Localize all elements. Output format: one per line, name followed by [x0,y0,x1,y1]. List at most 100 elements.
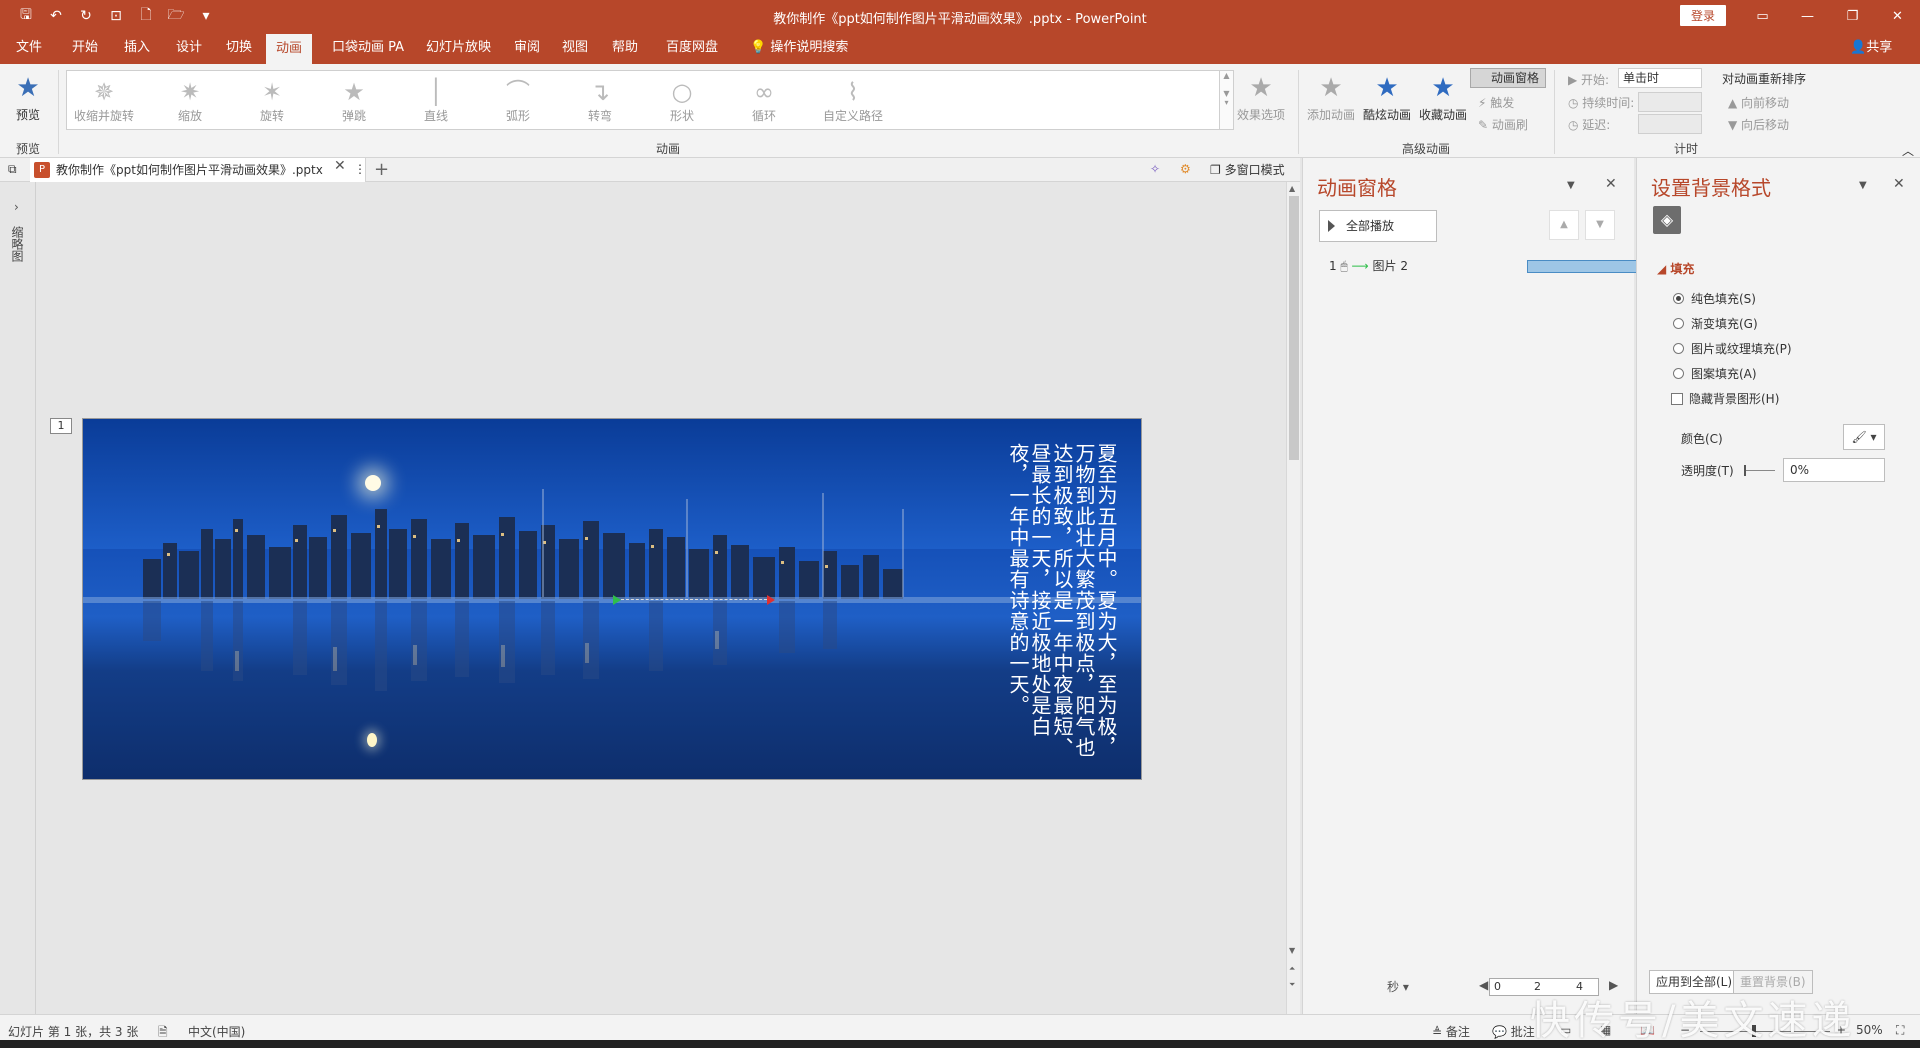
menu-animations[interactable]: 动画 [266,34,313,64]
next-slide-icon[interactable]: ⏷ [1289,980,1295,990]
color-picker-button[interactable]: 🖌 ▾ [1843,424,1885,450]
seconds-dropdown[interactable]: 秒 ▾ [1387,978,1409,995]
move-down-button[interactable]: ▼ [1585,210,1615,240]
scroll-up-icon[interactable]: ▲ [1289,184,1295,193]
document-tab[interactable]: P 教你制作《ppt如何制作图片平滑动画效果》.pptx [30,158,366,182]
customize-qat-icon[interactable]: ▾ [194,6,218,26]
pane-options-icon[interactable]: ▼ [1859,180,1867,191]
settings-gear-icon[interactable]: ⚙ [1180,162,1191,176]
tell-me-search[interactable]: 💡 操作说明搜索 [740,32,858,64]
menu-file[interactable]: 文件 [6,32,52,64]
comments-button[interactable]: 💬 批注 [1492,1023,1535,1040]
start-select[interactable]: 单击时 [1618,68,1702,88]
menu-baidu-netdisk[interactable]: 百度网盘 [656,32,728,64]
language-status[interactable]: 中文(中国) [188,1023,245,1040]
minimize-icon[interactable]: — [1785,0,1830,32]
menu-slideshow[interactable]: 幻灯片放映 [416,32,501,64]
tab-menu-icon[interactable]: ⋮ [354,162,366,176]
open-folder-icon[interactable]: 🗁 [164,6,188,26]
save-icon[interactable]: 🖫 [14,6,38,26]
solid-fill-radio[interactable]: 纯色填充(S) [1673,290,1756,308]
close-icon[interactable]: ✕ [1875,0,1920,32]
scroll-down-icon[interactable]: ▼ [1289,946,1295,955]
animation-loop[interactable]: ∞ 循环 [729,77,799,127]
magic-icon[interactable]: ✧ [1150,162,1160,176]
notes-button[interactable]: ≜ 备注 [1432,1023,1470,1040]
menu-review[interactable]: 审阅 [504,32,550,64]
menu-transitions[interactable]: 切换 [216,32,262,64]
animation-turn[interactable]: ↴ 转弯 [565,77,635,127]
move-earlier-button[interactable]: ▲ 向前移动 [1728,94,1789,111]
hide-background-checkbox[interactable]: 隐藏背景图形(H) [1671,390,1779,408]
scroll-thumb[interactable] [1289,196,1299,460]
zoom-level[interactable]: 50% [1856,1023,1883,1037]
radio[interactable] [1673,368,1684,379]
pane-options-icon[interactable]: ▼ [1567,180,1575,191]
gradient-fill-radio[interactable]: 渐变填充(G) [1673,315,1758,333]
animation-bounce[interactable]: ★ 弹跳 [319,77,389,127]
menu-pocket-animation[interactable]: 口袋动画 PA [322,32,414,64]
animation-shape[interactable]: ○ 形状 [647,77,717,127]
cool-animation-button[interactable]: ★ 酷炫动画 [1356,70,1418,134]
ribbon-display-icon[interactable]: ▭ [1740,0,1785,32]
add-animation-button[interactable]: ★ 添加动画 [1300,70,1362,134]
animation-custom-path[interactable]: ⌇ 自定义路径 [811,77,895,127]
delay-input[interactable] [1638,114,1702,134]
effect-options-button[interactable]: ★ 效果选项 [1230,70,1292,134]
favorite-animation-button[interactable]: ★ 收藏动画 [1412,70,1474,134]
move-later-button[interactable]: ▼ 向后移动 [1728,116,1789,133]
radio[interactable] [1673,318,1684,329]
play-all-button[interactable]: 全部播放 [1319,210,1437,242]
fill-section-header[interactable]: ◢ 填充 [1657,260,1694,277]
menu-view[interactable]: 视图 [552,32,598,64]
animation-shrink-turn[interactable]: ✵ 收缩并旋转 [69,77,139,127]
fill-bucket-icon[interactable]: ◈ [1653,206,1681,234]
redo-icon[interactable]: ↻ [74,6,98,26]
login-button[interactable]: 登录 [1680,5,1726,26]
multi-window-button[interactable]: ❐ 多窗口模式 [1210,158,1285,182]
menu-design[interactable]: 设计 [166,32,212,64]
animation-arc[interactable]: ⌒ 弧形 [483,77,553,127]
motion-path-start-marker[interactable] [613,595,621,605]
menu-home[interactable]: 开始 [62,32,108,64]
editor-vertical-scrollbar[interactable]: ▲ ▼ ⏶ ⏷ [1286,182,1300,1014]
duration-input[interactable] [1638,92,1702,112]
checkbox[interactable] [1671,393,1683,405]
animation-painter-button[interactable]: ✎ 动画刷 [1478,116,1528,133]
trigger-button[interactable]: ⚡ 触发 [1478,94,1514,111]
restore-icon[interactable]: ❐ [1830,0,1875,32]
tab-list-icon[interactable]: ⧉ [8,162,17,177]
collapse-ribbon-icon[interactable]: ︿ [1902,142,1914,159]
radio[interactable] [1673,343,1684,354]
animation-pane-button[interactable]: 动画窗格 [1470,68,1546,88]
new-file-icon[interactable]: 🗋 [134,6,158,26]
expand-thumbnails-icon[interactable]: › [14,200,19,214]
picture-fill-radio[interactable]: 图片或纹理填充(P) [1673,340,1792,358]
previous-slide-icon[interactable]: ⏶ [1289,964,1295,974]
close-pane-icon[interactable]: ✕ [1605,176,1617,192]
motion-path[interactable] [621,599,767,600]
slide-canvas[interactable]: 夏至为五月中。夏为大，至为极，万物到此壮大繁茂到极点，阳气也达到极致，所以是一年… [82,418,1142,780]
close-tab-icon[interactable]: ✕ [334,158,346,174]
share-button[interactable]: 👤共享 [1850,32,1892,64]
thumbnails-label[interactable]: 缩略图 [10,226,26,262]
slide-vertical-text[interactable]: 夏至为五月中。夏为大，至为极，万物到此壮大繁茂到极点，阳气也达到极致，所以是一年… [987,443,1118,765]
add-tab-icon[interactable]: + [374,158,389,182]
animation-list-item[interactable]: 1 🖱 ⟶ 图片 2 [1329,256,1643,276]
preview-button[interactable]: ★ 预览 [6,70,50,132]
motion-path-end-marker[interactable] [767,595,775,605]
timeline-scroll-left-icon[interactable]: ◀ [1479,978,1488,992]
pattern-fill-radio[interactable]: 图案填充(A) [1673,365,1757,383]
close-pane-icon[interactable]: ✕ [1893,176,1905,192]
undo-icon[interactable]: ↶ [44,6,68,26]
move-up-button[interactable]: ▲ [1549,210,1579,240]
animation-line[interactable]: │ 直线 [401,77,471,127]
fit-slide-icon[interactable]: ⛶ [1896,1023,1904,1038]
animation-spin[interactable]: ✶ 旋转 [237,77,307,127]
animation-timing-bar[interactable] [1527,260,1643,273]
menu-help[interactable]: 帮助 [602,32,648,64]
transparency-slider[interactable] [1744,465,1775,476]
menu-insert[interactable]: 插入 [114,32,160,64]
radio-selected[interactable] [1673,293,1684,304]
start-from-beginning-icon[interactable]: ⊡ [104,6,128,26]
